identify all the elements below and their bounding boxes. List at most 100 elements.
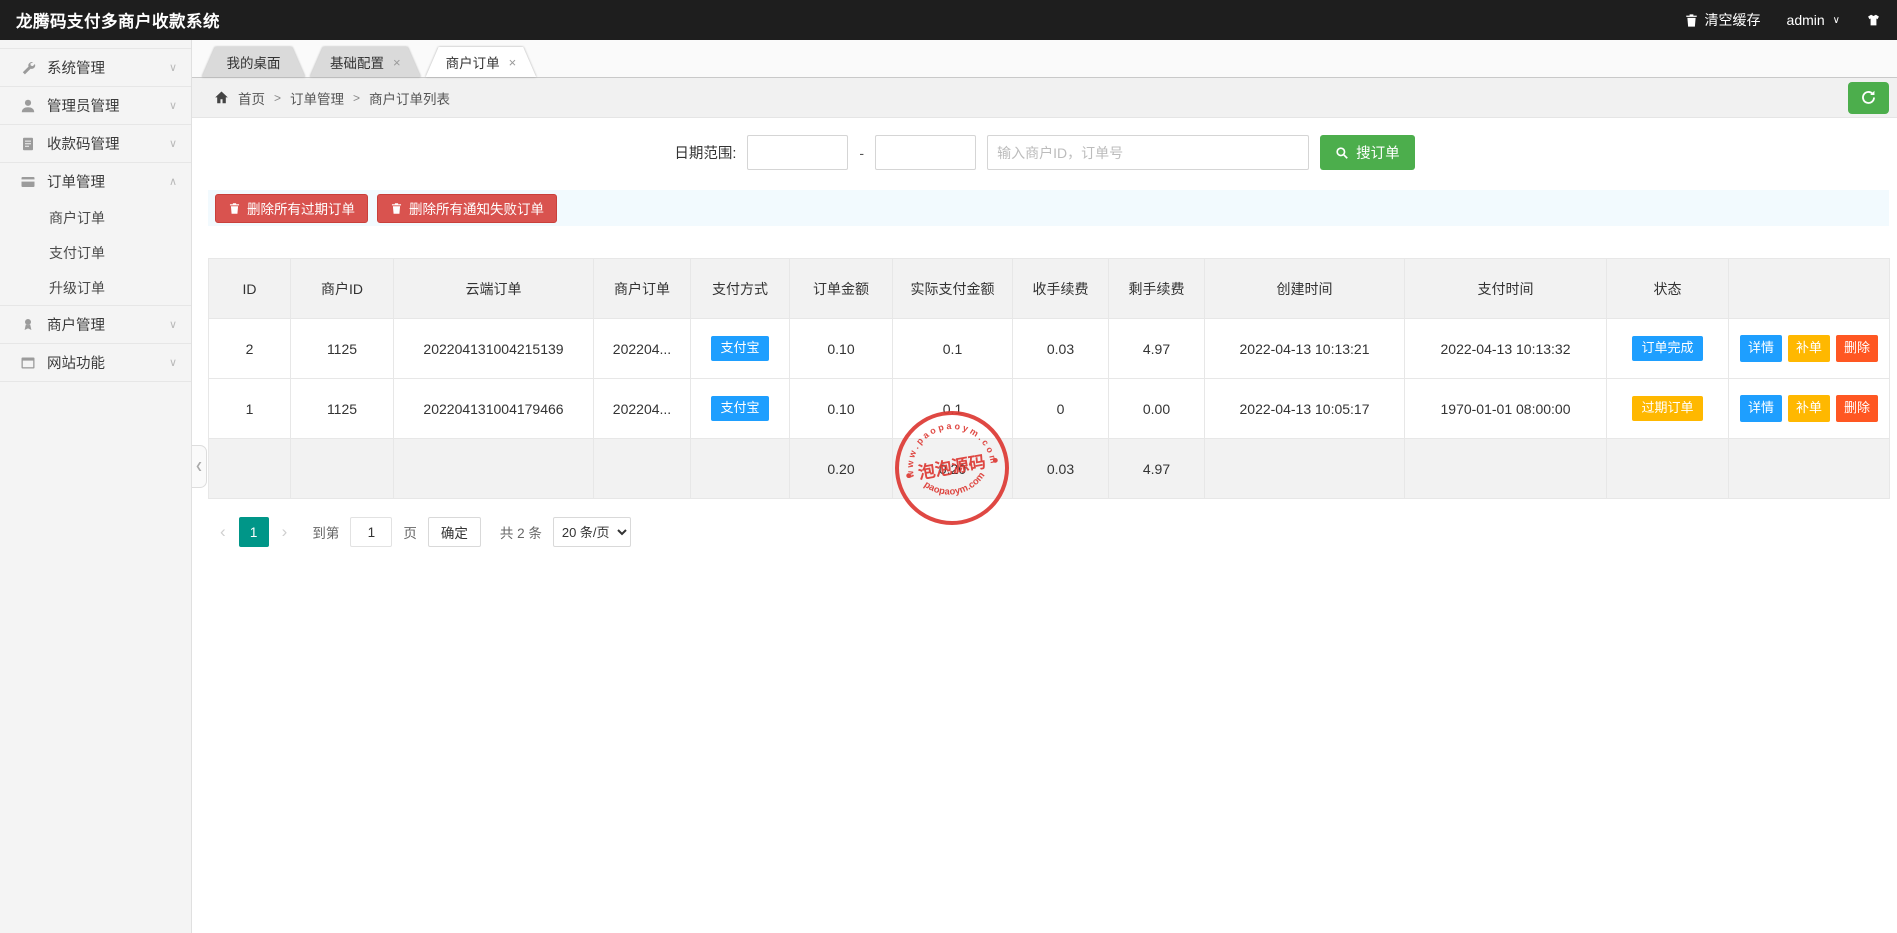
- tab-desktop[interactable]: 我的桌面: [202, 47, 305, 77]
- current-page-button[interactable]: 1: [239, 517, 269, 547]
- cell-empty: [1607, 439, 1729, 499]
- cell-merchant-id: 1125: [291, 319, 394, 379]
- cell-empty: [1205, 439, 1405, 499]
- user-menu[interactable]: admin ∨: [1787, 12, 1840, 28]
- pagination: ‹ 1 › 到第 页 确定 共 2 条 20 条/页: [218, 517, 1889, 547]
- pay-method-badge: 支付宝: [711, 396, 768, 421]
- sidebar-item-label: 管理员管理: [47, 95, 120, 116]
- sidebar-item-label: 系统管理: [47, 57, 105, 78]
- cell-empty: [394, 439, 594, 499]
- credit-card-icon: [20, 174, 36, 190]
- app-title: 龙腾码支付多商户收款系统: [16, 8, 220, 32]
- content: 我的桌面 基础配置 × 商户订单 × 首页 > 订单管理 > 商户订单列表: [192, 40, 1897, 933]
- breadcrumb: 首页 > 订单管理 > 商户订单列表: [192, 78, 1897, 118]
- chevron-down-icon: ∨: [169, 99, 177, 112]
- sidebar-item-label: 收款码管理: [47, 133, 120, 154]
- sidebar-item-website[interactable]: 网站功能 ∨: [0, 344, 191, 381]
- close-icon[interactable]: ×: [393, 56, 401, 69]
- clear-cache-button[interactable]: 清空缓存: [1684, 10, 1761, 30]
- cell-actions: 详情补单删除: [1729, 319, 1890, 379]
- per-page-select[interactable]: 20 条/页: [553, 517, 631, 547]
- username: admin: [1787, 12, 1825, 28]
- orders-table: ID 商户ID 云端订单 商户订单 支付方式 订单金额 实际支付金额 收手续费 …: [208, 258, 1890, 499]
- cell-cloud-order: 202204131004215139: [394, 319, 594, 379]
- status-badge: 过期订单: [1632, 396, 1702, 421]
- cell-id: 2: [209, 319, 291, 379]
- sidebar-group-merchants: 商户管理 ∨: [0, 306, 191, 344]
- search-icon: [1335, 146, 1349, 160]
- date-start-input[interactable]: [747, 135, 848, 170]
- breadcrumb-home[interactable]: 首页: [238, 88, 265, 108]
- cell-amount: 0.10: [790, 379, 893, 439]
- reissue-button[interactable]: 补单: [1788, 395, 1830, 422]
- column-header: 收手续费: [1013, 259, 1109, 319]
- cell-cloud-order: 202204131004179466: [394, 379, 594, 439]
- button-label: 删除所有通知失败订单: [409, 198, 544, 218]
- sidebar-collapse-handle[interactable]: ❮: [192, 445, 207, 488]
- date-end-input[interactable]: [875, 135, 976, 170]
- next-page-icon[interactable]: ›: [280, 522, 290, 542]
- delete-notify-failed-orders-button[interactable]: 删除所有通知失败订单: [377, 194, 557, 223]
- tab-label: 我的桌面: [227, 52, 281, 72]
- cell-empty: [594, 439, 691, 499]
- cell-empty: [691, 439, 790, 499]
- cell-empty: [1405, 439, 1607, 499]
- breadcrumb-separator: >: [353, 91, 360, 105]
- user-icon: [20, 98, 36, 114]
- close-icon[interactable]: ×: [509, 56, 517, 69]
- cell-created-time: 2022-04-13 10:05:17: [1205, 379, 1405, 439]
- cell-empty: [1729, 439, 1890, 499]
- sidebar-item-system[interactable]: 系统管理 ∨: [0, 49, 191, 86]
- cell-pay-method: 支付宝: [691, 319, 790, 379]
- browser-window-icon: [20, 355, 36, 371]
- sidebar-group-qrcodes: 收款码管理 ∨: [0, 125, 191, 163]
- sidebar-item-qrcodes[interactable]: 收款码管理 ∨: [0, 125, 191, 162]
- sidebar-subitem-label: 商户订单: [49, 208, 105, 228]
- chevron-down-icon: ∨: [169, 61, 177, 74]
- sidebar-subitem-label: 升级订单: [49, 278, 105, 298]
- sidebar-item-orders[interactable]: 订单管理 ∧: [0, 163, 191, 200]
- trash-icon: [1684, 13, 1699, 28]
- cell-fee-remaining: 4.97: [1109, 319, 1205, 379]
- cell-actual-amount-total: 0.20: [893, 439, 1013, 499]
- sidebar-item-merchant-orders[interactable]: 商户订单: [0, 200, 191, 235]
- column-header: ID: [209, 259, 291, 319]
- cell-fee-collected-total: 0.03: [1013, 439, 1109, 499]
- cell-amount: 0.10: [790, 319, 893, 379]
- breadcrumb-order-management: 订单管理: [290, 88, 344, 108]
- keyword-search-input[interactable]: [987, 135, 1309, 170]
- delete-expired-orders-button[interactable]: 删除所有过期订单: [215, 194, 368, 223]
- detail-button[interactable]: 详情: [1740, 395, 1782, 422]
- cell-status: 过期订单: [1607, 379, 1729, 439]
- detail-button[interactable]: 详情: [1740, 335, 1782, 362]
- tab-merchant-orders[interactable]: 商户订单 ×: [426, 47, 537, 77]
- cell-fee-collected: 0.03: [1013, 319, 1109, 379]
- cell-fee-collected: 0: [1013, 379, 1109, 439]
- tab-basic-config[interactable]: 基础配置 ×: [310, 47, 421, 77]
- sidebar-item-upgrade-orders[interactable]: 升级订单: [0, 270, 191, 305]
- tab-label: 基础配置: [330, 52, 384, 72]
- prev-page-icon[interactable]: ‹: [218, 522, 228, 542]
- cell-paid-time: 2022-04-13 10:13:32: [1405, 319, 1607, 379]
- delete-button[interactable]: 删除: [1836, 335, 1878, 362]
- sidebar: 系统管理 ∨ 管理员管理 ∨ 收款码管理 ∨ 订单管理 ∧: [0, 40, 192, 933]
- delete-button[interactable]: 删除: [1836, 395, 1878, 422]
- sidebar-item-pay-orders[interactable]: 支付订单: [0, 235, 191, 270]
- button-label: 删除所有过期订单: [247, 198, 355, 218]
- column-header: 创建时间: [1205, 259, 1405, 319]
- search-orders-button[interactable]: 搜订单: [1320, 135, 1415, 170]
- sidebar-item-admins[interactable]: 管理员管理 ∨: [0, 87, 191, 124]
- sidebar-group-system: 系统管理 ∨: [0, 48, 191, 87]
- sidebar-group-orders: 订单管理 ∧ 商户订单 支付订单 升级订单: [0, 163, 191, 306]
- theme-skin-button[interactable]: [1866, 13, 1881, 28]
- cell-id: 1: [209, 379, 291, 439]
- column-header: 商户ID: [291, 259, 394, 319]
- confirm-page-button[interactable]: 确定: [428, 517, 481, 547]
- goto-page-input[interactable]: [350, 517, 392, 547]
- cell-empty: [291, 439, 394, 499]
- goto-prefix-label: 到第: [312, 522, 339, 542]
- reissue-button[interactable]: 补单: [1788, 335, 1830, 362]
- column-header: 云端订单: [394, 259, 594, 319]
- refresh-button[interactable]: [1848, 82, 1889, 114]
- sidebar-item-merchants[interactable]: 商户管理 ∨: [0, 306, 191, 343]
